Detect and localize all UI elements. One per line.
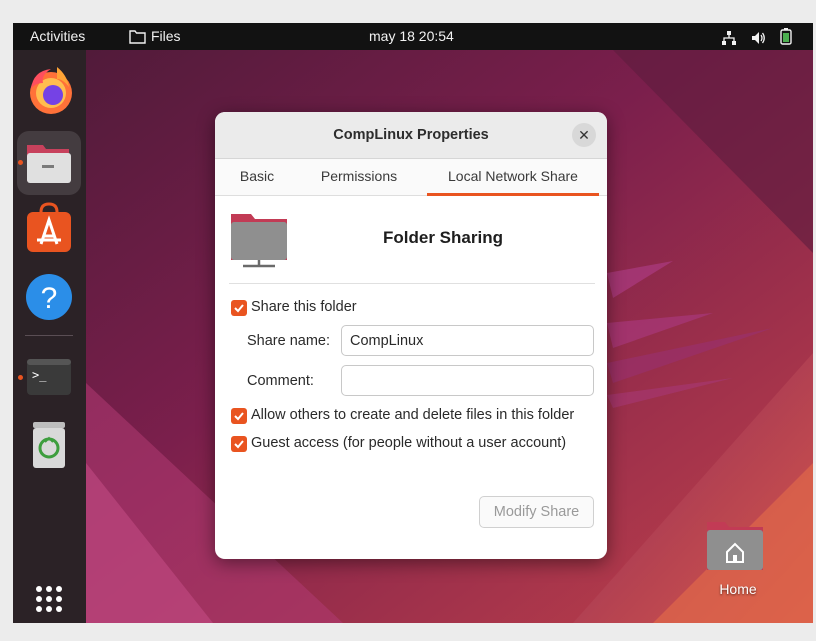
modify-share-button[interactable]: Modify Share xyxy=(479,496,594,528)
allow-others-checkbox[interactable] xyxy=(231,408,247,424)
activities-button[interactable]: Activities xyxy=(30,23,85,50)
network-icon[interactable] xyxy=(721,28,737,55)
battery-icon[interactable] xyxy=(779,27,793,54)
dock-app-help[interactable]: ? xyxy=(17,264,81,328)
dock-separator xyxy=(25,335,73,336)
guest-access-checkbox[interactable] xyxy=(231,436,247,452)
shared-folder-icon xyxy=(231,214,287,268)
help-icon: ? xyxy=(26,274,72,320)
comment-input[interactable] xyxy=(341,365,594,396)
dock-app-trash[interactable] xyxy=(17,412,81,476)
dock-app-firefox[interactable] xyxy=(17,57,81,121)
folder-sharing-heading: Folder Sharing xyxy=(383,228,503,247)
share-name-label: Share name: xyxy=(247,333,331,349)
comment-label: Comment: xyxy=(247,373,314,389)
trash-icon xyxy=(33,422,65,468)
checkmark-icon xyxy=(234,304,244,313)
dock-app-files[interactable] xyxy=(17,131,81,195)
dock: ? >_ xyxy=(13,50,86,623)
share-folder-checkbox[interactable] xyxy=(231,300,247,316)
folder-icon xyxy=(129,30,146,44)
top-bar: Activities Files may 18 20:54 xyxy=(13,23,813,50)
svg-text:>_: >_ xyxy=(32,368,47,382)
tab-local-network-share[interactable]: Local Network Share xyxy=(427,159,599,196)
clock[interactable]: may 18 20:54 xyxy=(369,23,454,50)
properties-dialog: CompLinux Properties ✕ Basic Permissions… xyxy=(215,112,607,559)
close-button[interactable]: ✕ xyxy=(572,123,596,147)
dock-app-center[interactable] xyxy=(17,198,81,262)
svg-text:?: ? xyxy=(41,282,58,315)
tab-bar: Basic Permissions Local Network Share xyxy=(215,159,607,196)
dock-app-terminal[interactable]: >_ xyxy=(17,346,81,410)
files-icon xyxy=(27,145,71,183)
share-folder-label[interactable]: Share this folder xyxy=(251,299,357,315)
separator xyxy=(229,283,595,284)
volume-icon[interactable] xyxy=(750,28,766,55)
app-menu-label: Files xyxy=(151,28,181,44)
firefox-icon xyxy=(30,67,72,114)
checkmark-icon xyxy=(234,440,244,449)
home-label: Home xyxy=(719,581,757,597)
allow-others-label[interactable]: Allow others to create and delete files … xyxy=(251,407,574,423)
guest-access-label[interactable]: Guest access (for people without a user … xyxy=(251,435,566,451)
app-center-icon xyxy=(27,202,71,252)
terminal-icon: >_ xyxy=(27,359,71,395)
desktop-screen: Activities Files may 18 20:54 ? >_ Home … xyxy=(13,23,813,623)
show-apps-button[interactable] xyxy=(17,579,81,623)
checkmark-icon xyxy=(234,412,244,421)
tab-basic[interactable]: Basic xyxy=(229,159,285,193)
dialog-titlebar[interactable]: CompLinux Properties ✕ xyxy=(215,112,607,159)
tab-permissions[interactable]: Permissions xyxy=(313,159,405,193)
share-name-input[interactable] xyxy=(341,325,594,356)
running-indicator xyxy=(18,375,23,380)
close-icon: ✕ xyxy=(578,127,590,143)
dialog-title: CompLinux Properties xyxy=(333,127,489,143)
home-folder-icon xyxy=(707,522,763,570)
grid-icon xyxy=(36,586,62,612)
running-indicator xyxy=(18,160,23,165)
